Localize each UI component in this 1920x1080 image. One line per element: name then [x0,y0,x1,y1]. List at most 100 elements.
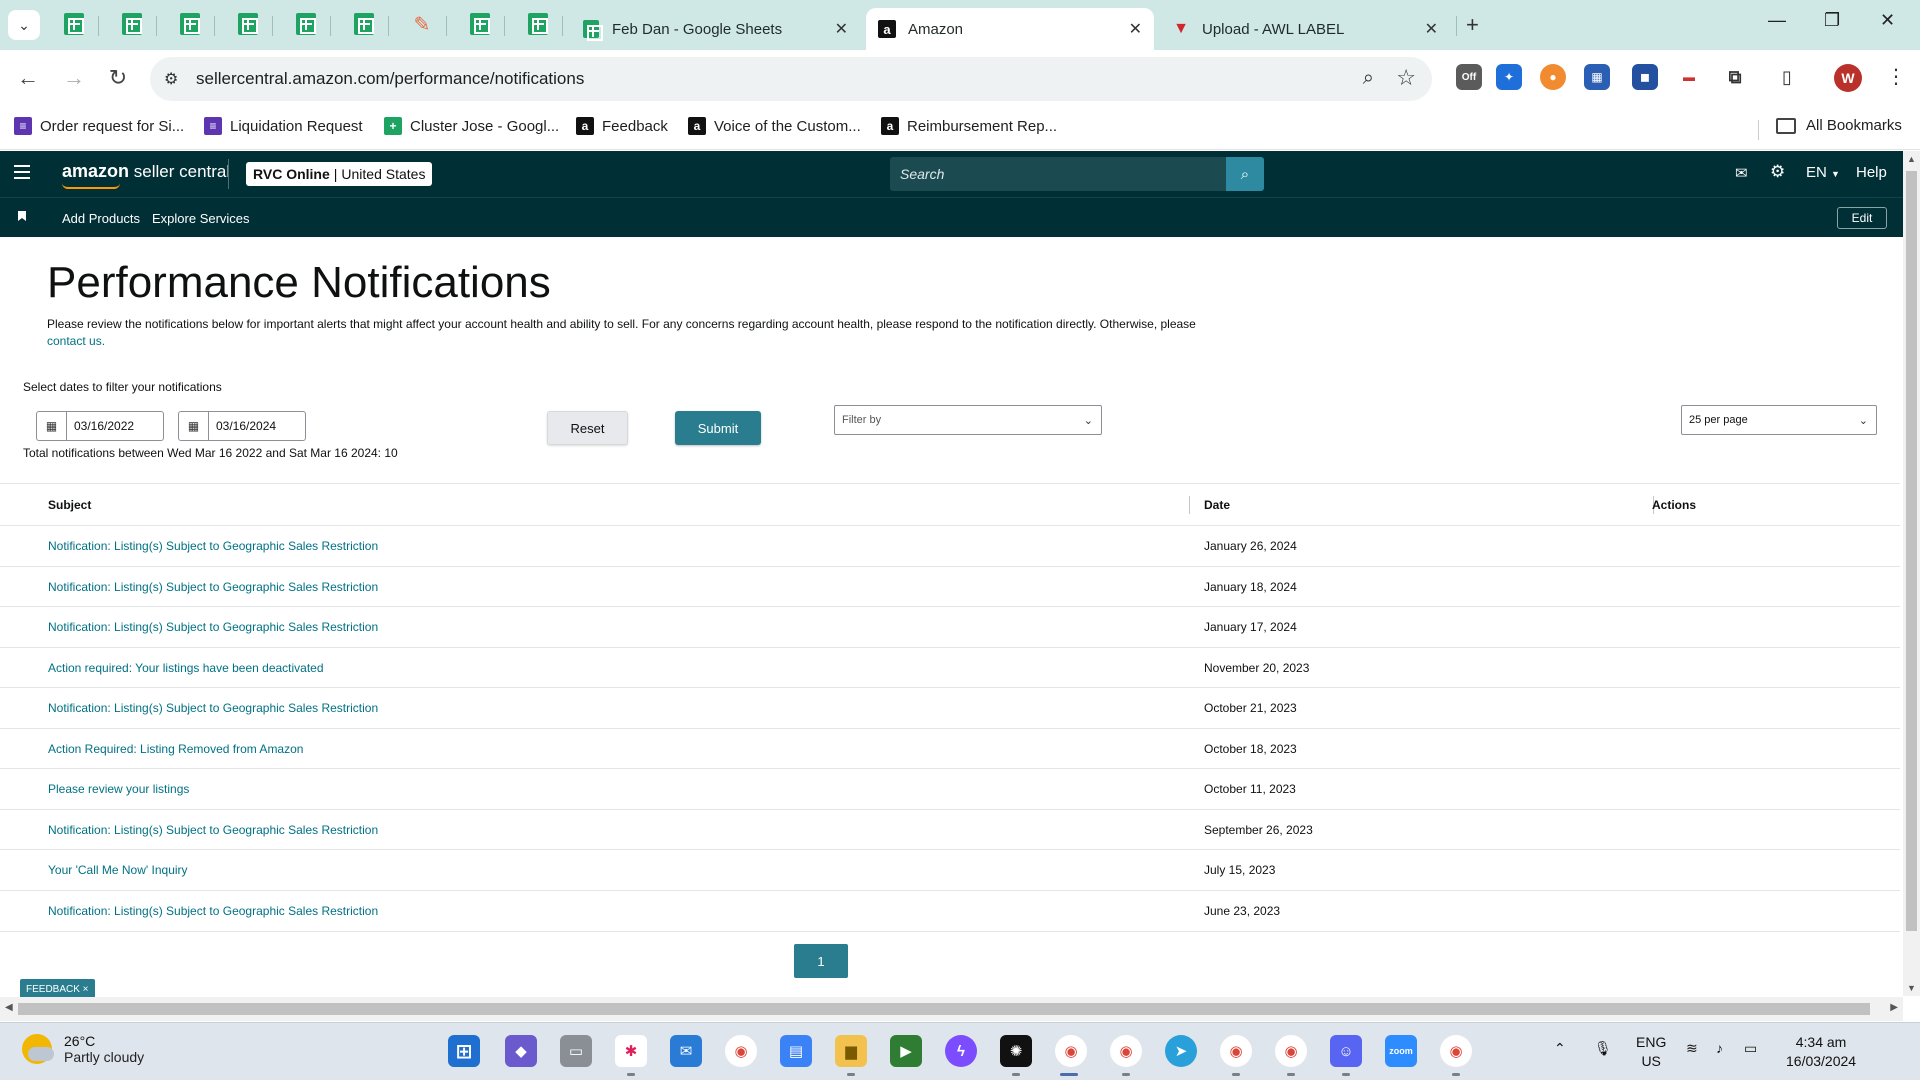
notification-subject-link[interactable]: Notification: Listing(s) Subject to Geog… [48,539,378,553]
pinned-tab-sheets-6[interactable] [352,12,376,36]
restore-button[interactable]: ❐ [1824,10,1840,31]
pinned-tab-sheets-4[interactable] [236,12,260,36]
search-button[interactable]: ⌕ [1226,157,1264,191]
pinned-tab-sheets-7[interactable] [468,12,492,36]
pinned-tab-sheets-3[interactable] [178,12,202,36]
help-link[interactable]: Help [1856,164,1887,181]
nav-explore-services[interactable]: Explore Services [152,211,250,226]
chrome-profile-5-icon[interactable]: ◉ [1440,1035,1472,1067]
calendar-icon[interactable]: ▦ [179,412,209,440]
windows-start-icon[interactable]: ⊞ [448,1035,480,1067]
tab-amazon[interactable]: a Amazon ✕ [866,8,1154,50]
bookmark-order-request[interactable]: ≡ Order request for Si... [14,117,184,135]
reset-button[interactable]: Reset [547,411,628,445]
extension-orange-icon[interactable]: ● [1540,64,1566,90]
hamburger-menu-icon[interactable] [14,165,30,179]
microphone-icon[interactable]: 🎙 [1594,1039,1612,1058]
scrollbar-thumb[interactable] [1906,171,1917,931]
task-view-icon[interactable]: ▭ [560,1035,592,1067]
notepad-icon[interactable]: ▤ [780,1035,812,1067]
wifi-icon[interactable]: ≋ [1686,1039,1698,1058]
scroll-left-icon[interactable]: ◀ [5,1002,13,1013]
bookmark-icon[interactable] [18,211,26,221]
seller-central-logo[interactable]: amazon seller central [62,161,230,189]
pinned-tab-sheets-2[interactable] [120,12,144,36]
date-to-input[interactable]: ▦ 03/16/2024 [178,411,306,441]
notification-subject-link[interactable]: Please review your listings [48,782,189,796]
tab-google-sheets[interactable]: Feb Dan - Google Sheets ✕ [570,8,860,50]
site-settings-icon[interactable]: ⚙ [164,69,178,89]
notification-subject-link[interactable]: Notification: Listing(s) Subject to Geog… [48,823,378,837]
notification-subject-link[interactable]: Action Required: Listing Removed from Am… [48,742,303,756]
marketplace-switcher[interactable]: RVC Online | United States [246,162,433,186]
scrollbar-thumb[interactable] [18,1003,1870,1015]
extension-dashboard-icon[interactable]: ◼ [1632,64,1658,90]
scroll-right-icon[interactable]: ▶ [1890,1002,1898,1013]
weather-widget[interactable]: 26°C Partly cloudy [22,1033,144,1065]
slack-icon[interactable]: ✱ [615,1035,647,1067]
date-from-input[interactable]: ▦ 03/16/2022 [36,411,164,441]
language-selector[interactable]: EN ▼ [1806,164,1840,181]
chatgpt-icon[interactable]: ✺ [1000,1035,1032,1067]
chrome-profile-4-icon[interactable]: ◉ [1275,1035,1307,1067]
chrome-icon[interactable]: ◉ [725,1035,757,1067]
tab-search-button[interactable]: ⌄ [8,10,40,40]
messenger-icon[interactable]: ϟ [945,1035,977,1067]
url-text[interactable]: sellercentral.amazon.com/performance/not… [196,69,584,89]
notification-subject-link[interactable]: Notification: Listing(s) Subject to Geog… [48,701,378,715]
notification-subject-link[interactable]: Notification: Listing(s) Subject to Geog… [48,904,378,918]
minimize-button[interactable]: — [1768,10,1786,31]
tab-awl-label[interactable]: ▼ Upload - AWL LABEL ✕ [1160,8,1450,50]
bookmark-reimbursement[interactable]: a Reimbursement Rep... [881,117,1057,135]
extensions-puzzle-icon[interactable]: ⧉ [1722,64,1748,90]
pinned-tab-sheets-8[interactable] [526,12,550,36]
close-icon[interactable]: ✕ [1425,19,1438,39]
mail-icon[interactable]: ✉ [1735,164,1748,182]
feedback-button[interactable]: FEEDBACK × [20,979,95,999]
chrome-profile-1-icon[interactable]: ◉ [1055,1035,1087,1067]
pinned-tab-sheets-1[interactable] [62,12,86,36]
edit-nav-button[interactable]: Edit [1837,207,1887,229]
vertical-scrollbar[interactable]: ▲ ▼ [1903,151,1920,996]
reload-button[interactable]: ↻ [104,65,132,91]
extension-red-icon[interactable]: ▬ [1676,64,1702,90]
extension-off-icon[interactable]: Off [1456,64,1482,90]
clock[interactable]: 4:34 am 16/03/2024 [1786,1033,1856,1071]
column-subject[interactable]: Subject [48,498,91,512]
bookmark-voice-of-customer[interactable]: a Voice of the Custom... [688,117,861,135]
contact-us-link[interactable]: contact us. [47,334,105,348]
meet-icon[interactable]: ▶ [890,1035,922,1067]
pinned-tab-sheets-5[interactable] [294,12,318,36]
copilot-icon[interactable]: ◆ [505,1035,537,1067]
per-page-select[interactable]: 25 per page ⌄ [1681,405,1877,435]
browser-menu-icon[interactable]: ⋮ [1886,64,1906,89]
chrome-profile-2-icon[interactable]: ◉ [1110,1035,1142,1067]
new-tab-button[interactable]: + [1466,12,1479,38]
show-hidden-icons-chevron-icon[interactable]: ⌃ [1554,1039,1566,1058]
scroll-down-icon[interactable]: ▼ [1907,983,1916,993]
filter-by-select[interactable]: Filter by ⌄ [834,405,1102,435]
zoom-icon[interactable]: zoom [1385,1035,1417,1067]
date-from-value[interactable]: 03/16/2022 [67,419,134,433]
submit-button[interactable]: Submit [675,411,761,445]
pagination-page-1[interactable]: 1 [794,944,848,978]
discord-icon[interactable]: ☺ [1330,1035,1362,1067]
nav-add-products[interactable]: Add Products [62,211,140,226]
seller-search-box[interactable]: Search ⌕ [890,157,1264,191]
scroll-up-icon[interactable]: ▲ [1907,154,1916,164]
notification-subject-link[interactable]: Action required: Your listings have been… [48,661,324,675]
telegram-icon[interactable]: ➤ [1165,1035,1197,1067]
address-bar[interactable]: ⚙ sellercentral.amazon.com/performance/n… [150,57,1432,101]
side-panel-icon[interactable]: ▯ [1774,64,1800,90]
calendar-icon[interactable]: ▦ [37,412,67,440]
mail-app-icon[interactable]: ✉ [670,1035,702,1067]
notification-subject-link[interactable]: Your 'Call Me Now' Inquiry [48,863,188,877]
close-icon[interactable]: ✕ [835,19,848,39]
bookmark-liquidation-request[interactable]: ≡ Liquidation Request [204,117,363,135]
battery-icon[interactable]: ▭ [1744,1039,1757,1058]
forward-button[interactable]: → [60,65,88,91]
settings-gear-icon[interactable]: ⚙ [1770,162,1785,182]
close-icon[interactable]: ✕ [1129,19,1142,39]
extension-chart-icon[interactable]: ▦ [1584,64,1610,90]
notification-subject-link[interactable]: Notification: Listing(s) Subject to Geog… [48,580,378,594]
